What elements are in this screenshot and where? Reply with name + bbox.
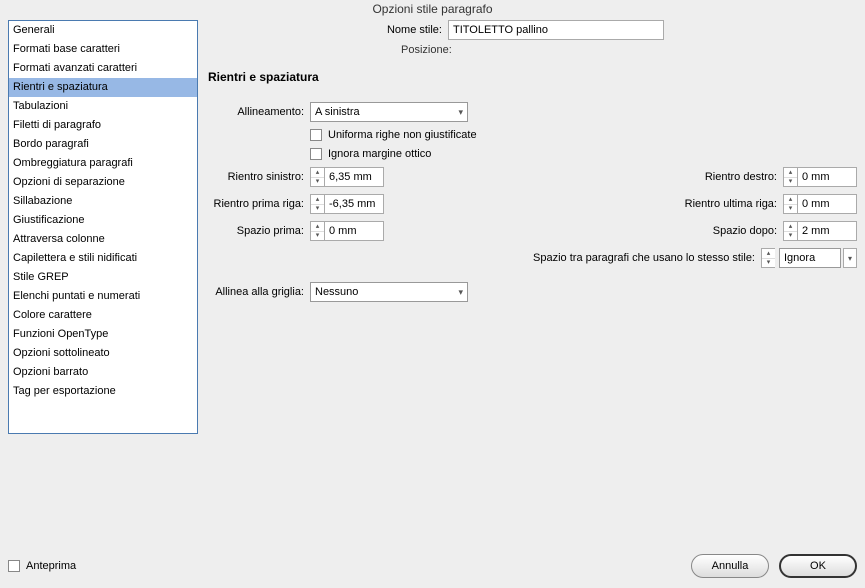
uniforma-label: Uniforma righe non giustificate: [328, 129, 477, 141]
nome-stile-input[interactable]: [448, 20, 664, 40]
sidebar-item-separazione[interactable]: Opzioni di separazione: [9, 173, 197, 192]
sidebar-item-sillabazione[interactable]: Sillabazione: [9, 192, 197, 211]
spazio-tra-value: Ignora: [784, 252, 836, 264]
spazio-tra-dropdown[interactable]: Ignora: [779, 248, 841, 268]
rientro-ultima-riga-label: Rientro ultima riga:: [384, 198, 783, 210]
anteprima-checkbox[interactable]: [8, 560, 20, 572]
sidebar-item-tabulazioni[interactable]: Tabulazioni: [9, 97, 197, 116]
allinea-griglia-label: Allinea alla griglia:: [208, 286, 310, 298]
chevron-up-icon[interactable]: ▴: [784, 168, 797, 178]
sidebar-item-attraversa[interactable]: Attraversa colonne: [9, 230, 197, 249]
sidebar-item-rientri[interactable]: Rientri e spaziatura: [9, 78, 197, 97]
spazio-prima-input[interactable]: [324, 221, 384, 241]
chevron-up-icon[interactable]: ▴: [311, 195, 324, 205]
chevron-up-icon[interactable]: ▴: [311, 222, 324, 232]
spazio-tra-spin[interactable]: ▴▾: [761, 248, 775, 268]
uniforma-checkbox[interactable]: [310, 129, 322, 141]
rientro-sinistro-label: Rientro sinistro:: [208, 171, 310, 183]
spazio-dopo-input[interactable]: [797, 221, 857, 241]
spazio-dopo-label: Spazio dopo:: [384, 225, 783, 237]
rientro-destro-label: Rientro destro:: [384, 171, 783, 183]
spazio-prima-spinbox[interactable]: ▴▾: [310, 221, 384, 241]
allineamento-value: A sinistra: [315, 106, 458, 118]
section-title: Rientri e spaziatura: [208, 70, 857, 84]
sidebar-item-bordo[interactable]: Bordo paragrafi: [9, 135, 197, 154]
sidebar-item-giustificazione[interactable]: Giustificazione: [9, 211, 197, 230]
ignora-label: Ignora margine ottico: [328, 148, 431, 160]
main-panel: Nome stile: Posizione: Rientri e spaziat…: [208, 20, 857, 302]
sidebar-item-elenchi[interactable]: Elenchi puntati e numerati: [9, 287, 197, 306]
sidebar: Generali Formati base caratteri Formati …: [8, 20, 198, 434]
chevron-down-icon: ▾: [458, 287, 463, 298]
ok-button[interactable]: OK: [779, 554, 857, 578]
rientro-sinistro-input[interactable]: [324, 167, 384, 187]
rientro-prima-riga-label: Rientro prima riga:: [208, 198, 310, 210]
sidebar-item-capilettera[interactable]: Capilettera e stili nidificati: [9, 249, 197, 268]
allineamento-label: Allineamento:: [208, 106, 310, 118]
chevron-up-icon[interactable]: ▴: [311, 168, 324, 178]
spazio-dopo-spinbox[interactable]: ▴▾: [783, 221, 857, 241]
chevron-down-icon[interactable]: ▾: [762, 259, 775, 268]
chevron-up-icon[interactable]: ▴: [762, 249, 775, 259]
sidebar-item-stile-grep[interactable]: Stile GREP: [9, 268, 197, 287]
chevron-down-icon[interactable]: ▾: [311, 178, 324, 187]
sidebar-item-generali[interactable]: Generali: [9, 21, 197, 40]
sidebar-item-barrato[interactable]: Opzioni barrato: [9, 363, 197, 382]
sidebar-item-tag[interactable]: Tag per esportazione: [9, 382, 197, 401]
allinea-griglia-value: Nessuno: [315, 286, 458, 298]
chevron-down-icon[interactable]: ▾: [311, 232, 324, 241]
sidebar-item-formati-base[interactable]: Formati base caratteri: [9, 40, 197, 59]
sidebar-item-filetti[interactable]: Filetti di paragrafo: [9, 116, 197, 135]
chevron-up-icon[interactable]: ▴: [784, 195, 797, 205]
chevron-down-icon[interactable]: ▾: [784, 178, 797, 187]
spazio-prima-label: Spazio prima:: [208, 225, 310, 237]
sidebar-item-colore[interactable]: Colore carattere: [9, 306, 197, 325]
rientro-prima-riga-input[interactable]: [324, 194, 384, 214]
rientro-destro-spinbox[interactable]: ▴▾: [783, 167, 857, 187]
sidebar-item-sottolineato[interactable]: Opzioni sottolineato: [9, 344, 197, 363]
posizione-label: Posizione:: [208, 44, 857, 56]
chevron-down-icon[interactable]: ▾: [784, 232, 797, 241]
chevron-down-icon[interactable]: ▾: [311, 205, 324, 214]
chevron-down-icon[interactable]: ▾: [843, 248, 857, 268]
rientro-sinistro-spinbox[interactable]: ▴▾: [310, 167, 384, 187]
rientro-ultima-riga-input[interactable]: [797, 194, 857, 214]
sidebar-item-formati-avanzati[interactable]: Formati avanzati caratteri: [9, 59, 197, 78]
footer: Anteprima Annulla OK: [8, 554, 857, 578]
sidebar-item-ombreggiatura[interactable]: Ombreggiatura paragrafi: [9, 154, 197, 173]
sidebar-item-opentype[interactable]: Funzioni OpenType: [9, 325, 197, 344]
chevron-down-icon: ▾: [458, 107, 463, 118]
chevron-up-icon[interactable]: ▴: [784, 222, 797, 232]
allinea-griglia-dropdown[interactable]: Nessuno ▾: [310, 282, 468, 302]
cancel-button[interactable]: Annulla: [691, 554, 769, 578]
chevron-down-icon[interactable]: ▾: [784, 205, 797, 214]
spazio-tra-label: Spazio tra paragrafi che usano lo stesso…: [208, 252, 761, 264]
rientro-destro-input[interactable]: [797, 167, 857, 187]
rientro-ultima-riga-spinbox[interactable]: ▴▾: [783, 194, 857, 214]
allineamento-dropdown[interactable]: A sinistra ▾: [310, 102, 468, 122]
rientro-prima-riga-spinbox[interactable]: ▴▾: [310, 194, 384, 214]
anteprima-label: Anteprima: [26, 560, 76, 572]
ignora-checkbox[interactable]: [310, 148, 322, 160]
nome-stile-label: Nome stile:: [208, 24, 448, 36]
